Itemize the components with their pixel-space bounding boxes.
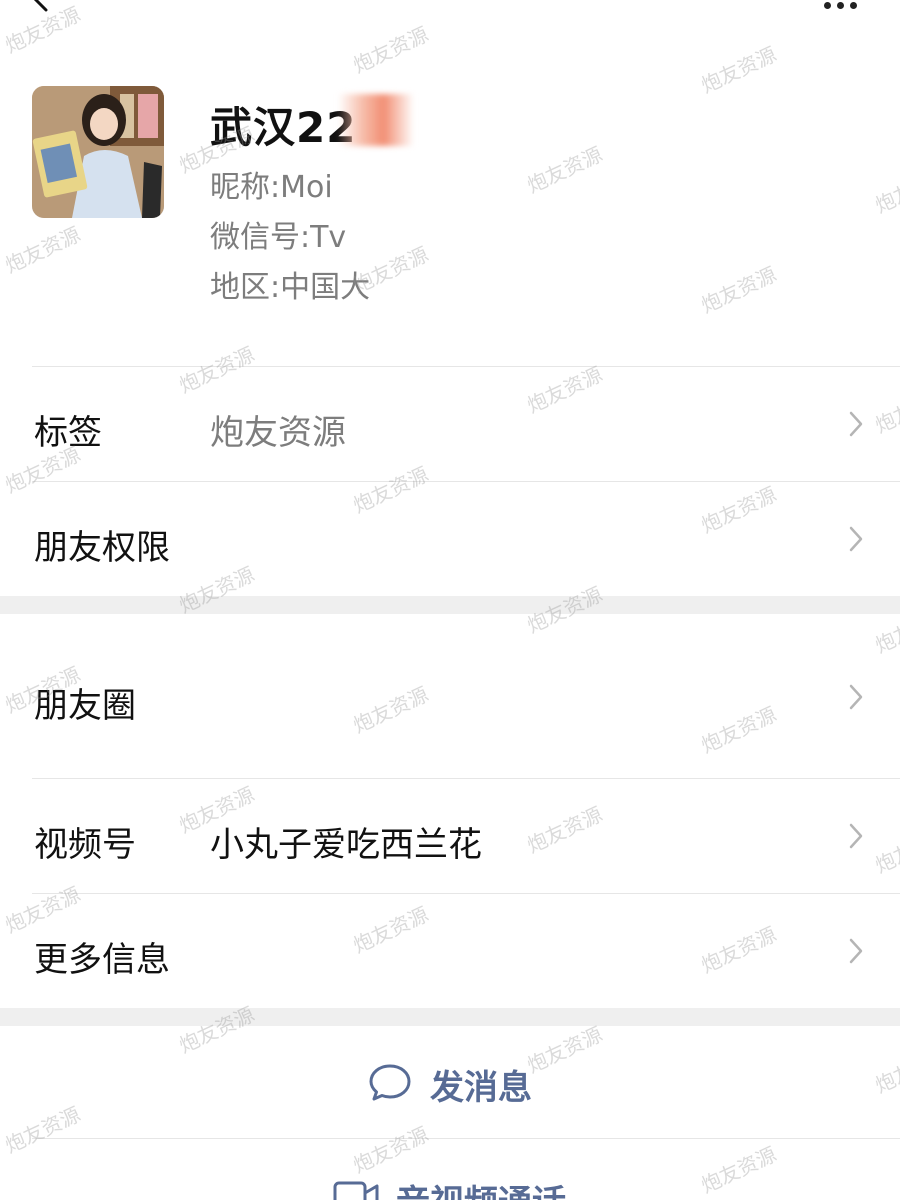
more-dots-icon — [824, 2, 831, 9]
section-gap — [0, 596, 900, 614]
more-options-button[interactable] — [824, 0, 864, 14]
chevron-right-icon — [849, 411, 863, 437]
avatar-photo — [32, 86, 164, 218]
region-value: 中国大 — [280, 270, 371, 305]
wechat-id-value: Tv — [310, 220, 347, 255]
video-camera-icon — [333, 1181, 379, 1200]
nickname-line: 昵称:Moi — [210, 162, 333, 206]
row-friend-permissions[interactable]: 朋友权限 — [0, 482, 900, 596]
chevron-right-icon — [849, 684, 863, 710]
region-label: 地区: — [210, 270, 281, 305]
send-message-button[interactable]: 发消息 — [0, 1026, 900, 1138]
row-more-info[interactable]: 更多信息 — [0, 894, 900, 1008]
tags-label: 标签 — [34, 413, 102, 453]
nickname-redaction — [355, 162, 425, 206]
av-call-button[interactable]: 音视频通话 — [0, 1139, 900, 1200]
moments-label: 朋友圈 — [34, 686, 136, 726]
send-message-label: 发消息 — [430, 1068, 532, 1108]
chat-bubble-icon — [369, 1064, 411, 1101]
row-channels[interactable]: 视频号 小丸子爱吃西兰花 — [0, 779, 900, 893]
top-bar — [0, 0, 900, 30]
av-call-label: 音视频通话 — [396, 1175, 566, 1200]
section-gap — [0, 1008, 900, 1026]
wechat-id-label: 微信号: — [210, 220, 311, 255]
wechat-id-redaction — [355, 212, 425, 256]
profile-header: 武汉22 昵称:Moi 微信号:Tv 地区:中国大 — [0, 60, 900, 360]
channels-label: 视频号 — [34, 825, 136, 865]
avatar[interactable] — [32, 86, 164, 218]
name-redaction — [338, 94, 414, 146]
profile-name: 武汉22 — [210, 103, 357, 152]
tags-value: 炮友资源 — [210, 413, 346, 453]
row-tags[interactable]: 标签 炮友资源 — [0, 367, 900, 481]
chevron-right-icon — [849, 938, 863, 964]
chevron-right-icon — [849, 526, 863, 552]
nickname-label: 昵称: — [210, 170, 281, 205]
permissions-label: 朋友权限 — [34, 528, 170, 568]
back-button[interactable] — [26, 0, 56, 14]
chevron-left-icon — [33, 0, 48, 12]
nickname-value: Moi — [280, 170, 333, 205]
region-line: 地区:中国大 — [210, 262, 370, 306]
channels-value: 小丸子爱吃西兰花 — [210, 825, 482, 865]
wechat-id-line: 微信号:Tv — [210, 212, 346, 256]
row-moments[interactable]: 朋友圈 — [0, 614, 900, 778]
chevron-right-icon — [849, 823, 863, 849]
more-info-label: 更多信息 — [34, 940, 170, 980]
region-redaction — [375, 262, 445, 306]
